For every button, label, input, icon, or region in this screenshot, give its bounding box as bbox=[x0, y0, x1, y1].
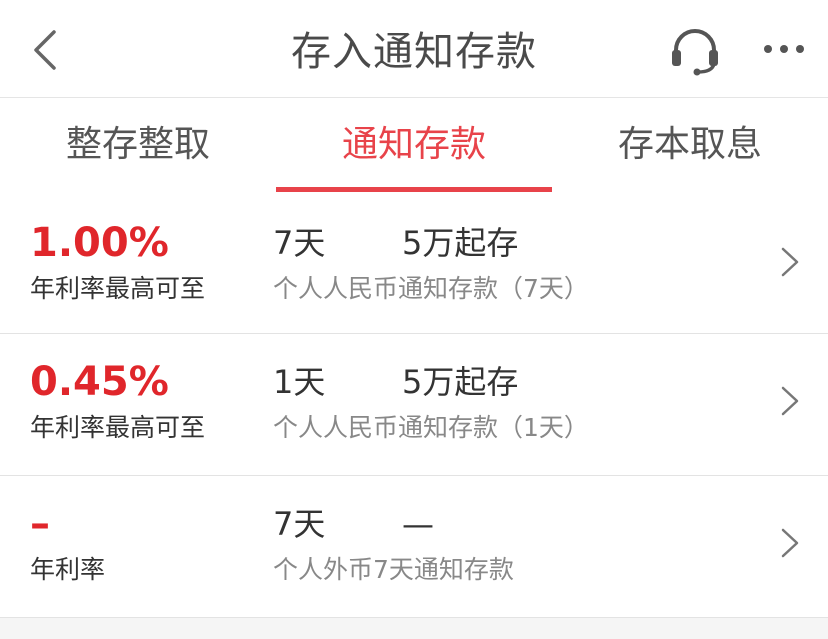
product-name: 个人外币7天通知存款 bbox=[273, 555, 514, 584]
term-value: 7天 bbox=[273, 505, 326, 543]
chevron-right-icon bbox=[781, 528, 799, 558]
rate-label: 年利率 bbox=[30, 555, 106, 584]
tab-fixed-deposit[interactable]: 整存整取 bbox=[0, 98, 276, 195]
product-name: 个人人民币通知存款（7天） bbox=[273, 274, 589, 303]
term-value: 7天 bbox=[273, 224, 326, 262]
more-dots-icon[interactable] bbox=[760, 36, 808, 62]
deposit-type-tabs: 整存整取 通知存款 存本取息 bbox=[0, 98, 828, 195]
chevron-right-icon bbox=[781, 247, 799, 277]
term-value: 1天 bbox=[273, 363, 326, 401]
chevron-right-icon bbox=[781, 386, 799, 416]
product-row[interactable]: 0.45% 年利率最高可至 1天 5万起存 个人人民币通知存款（1天） bbox=[0, 334, 828, 476]
product-row[interactable]: 1.00% 年利率最高可至 7天 5万起存 个人人民币通知存款（7天） bbox=[0, 195, 828, 334]
product-list: 1.00% 年利率最高可至 7天 5万起存 个人人民币通知存款（7天） 0.45… bbox=[0, 195, 828, 618]
rate-value: 1.00% bbox=[30, 220, 169, 266]
tab-interest-withdrawal-deposit[interactable]: 存本取息 bbox=[552, 98, 828, 195]
product-name: 个人人民币通知存款（1天） bbox=[273, 413, 589, 442]
rate-value: – bbox=[30, 501, 50, 547]
rate-label: 年利率最高可至 bbox=[30, 413, 206, 442]
minimum-amount: — bbox=[402, 505, 434, 543]
active-tab-indicator bbox=[276, 187, 552, 192]
minimum-amount: 5万起存 bbox=[402, 224, 519, 262]
rate-label: 年利率最高可至 bbox=[30, 274, 206, 303]
product-row[interactable]: – 年利率 7天 — 个人外币7天通知存款 bbox=[0, 476, 828, 618]
minimum-amount: 5万起存 bbox=[402, 363, 519, 401]
rate-value: 0.45% bbox=[30, 359, 169, 405]
tab-notice-deposit[interactable]: 通知存款 bbox=[276, 98, 552, 195]
top-nav-bar: 存入通知存款 bbox=[0, 0, 828, 98]
headset-icon[interactable] bbox=[668, 24, 722, 78]
